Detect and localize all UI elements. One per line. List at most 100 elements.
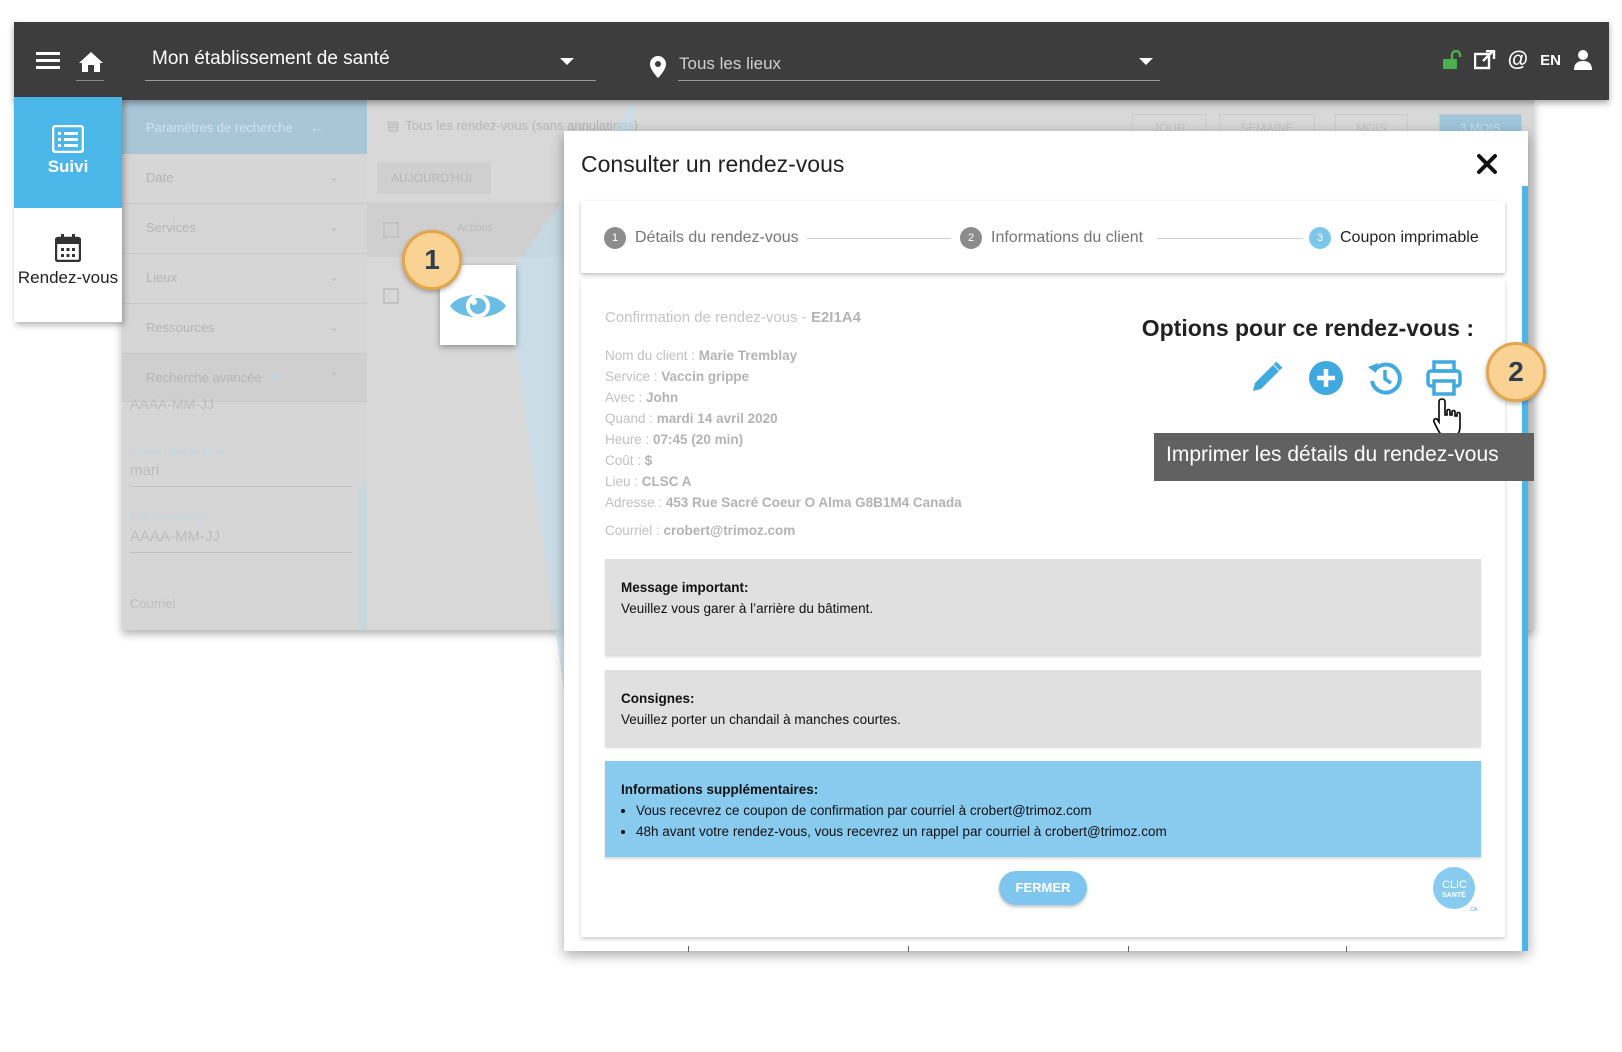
table-header: Actions — [367, 202, 567, 257]
tick-mark — [1346, 946, 1347, 952]
step-details[interactable]: 1 Détails du rendez-vous — [604, 227, 799, 249]
select-all-checkbox[interactable] — [383, 222, 399, 238]
nav-suivi[interactable]: Suivi — [14, 97, 122, 208]
clipboard-icon: ▤ — [387, 118, 400, 133]
clic-sante-logo: CLIC SANTÉ .CA — [1433, 867, 1478, 913]
nav-rendezvous[interactable]: Rendez-vous — [14, 208, 122, 322]
search-params-header: Paramètres de recherche ← — [122, 100, 367, 154]
date-field-top[interactable]: AAAA-MM-JJ — [130, 396, 214, 412]
list-item: 48h avant votre rendez-vous, vous recevr… — [636, 821, 1465, 842]
input-underline — [130, 552, 352, 553]
birthdate-input[interactable]: AAAA-MM-JJ — [130, 528, 220, 545]
locations-select[interactable]: Tous les lieux — [679, 54, 781, 74]
input-underline — [130, 486, 352, 487]
tick-mark — [1128, 946, 1129, 952]
detail-email: Courriel : crobert@trimoz.com — [605, 523, 796, 538]
detail-client: Nom du client : Marie Tremblay — [605, 348, 798, 363]
today-button[interactable]: AUJOURD'HUI — [377, 162, 491, 194]
home-icon[interactable] — [78, 50, 104, 74]
establishment-select[interactable]: Mon établissement de santé — [152, 48, 596, 78]
filter-date[interactable]: Date ⌄ — [122, 154, 367, 204]
search-params-title: Paramètres de recherche — [146, 120, 293, 135]
nav-suivi-label: Suivi — [47, 157, 89, 176]
external-link-icon[interactable] — [1473, 50, 1496, 70]
client-name-input[interactable]: mari — [130, 462, 159, 479]
caret-down-icon[interactable] — [560, 58, 574, 65]
filter-advanced[interactable]: Recherche avancée ▼ ⌃ — [122, 354, 367, 402]
close-button[interactable]: FERMER — [999, 871, 1087, 905]
confirmation-line: Confirmation de rendez-vous - E2I1A4 — [605, 309, 861, 326]
svg-text:.CA: .CA — [1469, 907, 1478, 913]
step-label: Informations du client — [991, 229, 1144, 246]
filter-lieux[interactable]: Lieux ⌄ — [122, 254, 367, 304]
client-name-label: Prénom / Nom du client — [130, 446, 225, 456]
filter-icon: ▼ — [269, 370, 283, 385]
chevron-down-icon: ⌄ — [328, 170, 339, 184]
instructions-title: Consignes: — [621, 691, 695, 706]
filter-services[interactable]: Services ⌄ — [122, 204, 367, 254]
home-underline — [76, 80, 104, 81]
locations-underline — [678, 80, 1160, 81]
important-message-box: Message important: Veuillez vous garer à… — [605, 559, 1481, 655]
panel-scrollbar[interactable] — [359, 486, 366, 630]
caret-down-icon[interactable] — [1139, 58, 1153, 65]
email-field[interactable]: Courriel — [130, 596, 176, 611]
pencil-icon[interactable] — [1247, 359, 1285, 397]
step-number: 1 — [604, 227, 626, 249]
topbar-actions: @ EN — [1442, 48, 1593, 72]
instructions-box: Consignes: Veuillez porter un chandail à… — [605, 670, 1481, 746]
list-icon — [52, 125, 84, 153]
appointment-modal: Consulter un rendez-vous 1 Détails du re… — [564, 131, 1528, 951]
left-nav: Suivi Rendez-vous — [14, 97, 122, 322]
arrow-left-icon[interactable]: ← — [310, 120, 323, 135]
important-title: Message important: — [621, 580, 749, 595]
step-label: Coupon imprimable — [1340, 229, 1479, 246]
callout-1: 1 — [402, 230, 462, 290]
language-toggle[interactable]: EN — [1540, 52, 1561, 69]
user-icon[interactable] — [1573, 49, 1593, 71]
callout-2: 2 — [1486, 342, 1546, 402]
instructions-text: Veuillez porter un chandail à manches co… — [621, 712, 901, 727]
tick-mark — [688, 946, 689, 952]
confirmation-code: E2I1A4 — [810, 309, 861, 326]
actions-header: Actions — [457, 222, 494, 234]
history-icon[interactable] — [1366, 359, 1404, 397]
step-label: Détails du rendez-vous — [635, 229, 799, 246]
detail-service: Service : Vaccin grippe — [605, 369, 750, 384]
options-title: Options pour ce rendez-vous : — [1141, 315, 1474, 341]
detail-address: Adresse : 453 Rue Sacré Coeur O Alma G8B… — [605, 495, 962, 510]
modal-scrollbar[interactable] — [1522, 186, 1528, 951]
row-checkbox[interactable] — [383, 288, 399, 304]
options-icons — [1247, 359, 1462, 439]
step-client-info[interactable]: 2 Informations du client — [960, 227, 1143, 249]
chevron-up-icon: ⌃ — [328, 370, 339, 384]
step-connector — [807, 238, 951, 239]
detail-cost: Coût : $ — [605, 453, 653, 468]
close-icon[interactable] — [1476, 153, 1498, 175]
unlock-icon[interactable] — [1442, 50, 1462, 70]
detail-with: Avec : John — [605, 390, 679, 405]
calendar-icon — [55, 234, 81, 262]
step-printable-coupon[interactable]: 3 Coupon imprimable — [1309, 227, 1479, 249]
svg-text:SANTÉ: SANTÉ — [1442, 890, 1466, 899]
detail-when: Quand : mardi 14 avril 2020 — [605, 411, 778, 426]
at-sign-icon[interactable]: @ — [1508, 48, 1528, 72]
coupon-content: Confirmation de rendez-vous - E2I1A4 Nom… — [581, 279, 1505, 937]
plus-circle-icon[interactable] — [1307, 359, 1345, 397]
hamburger-menu-icon[interactable] — [36, 52, 60, 70]
step-number: 2 — [960, 227, 982, 249]
nav-rendezvous-label: Rendez-vous — [17, 268, 119, 287]
establishment-underline — [145, 80, 596, 81]
tick-mark — [908, 946, 909, 952]
filter-ressources[interactable]: Ressources ⌄ — [122, 304, 367, 354]
svg-text:CLIC: CLIC — [1442, 879, 1467, 891]
top-bar: Mon établissement de santé Tous les lieu… — [14, 22, 1609, 100]
print-icon[interactable] — [1425, 359, 1463, 397]
appointment-details: Nom du client : Marie Tremblay Service :… — [605, 345, 962, 513]
stepper: 1 Détails du rendez-vous 2 Informations … — [581, 201, 1505, 273]
birthdate-label: Date de naissance — [130, 512, 205, 522]
list-item: Vous recevrez ce coupon de confirmation … — [636, 800, 1465, 821]
detail-location: Lieu : CLSC A — [605, 474, 692, 489]
search-params-panel: Paramètres de recherche ← Date ⌄ Services… — [122, 100, 367, 630]
info-list: Vous recevrez ce coupon de confirmation … — [621, 800, 1465, 842]
